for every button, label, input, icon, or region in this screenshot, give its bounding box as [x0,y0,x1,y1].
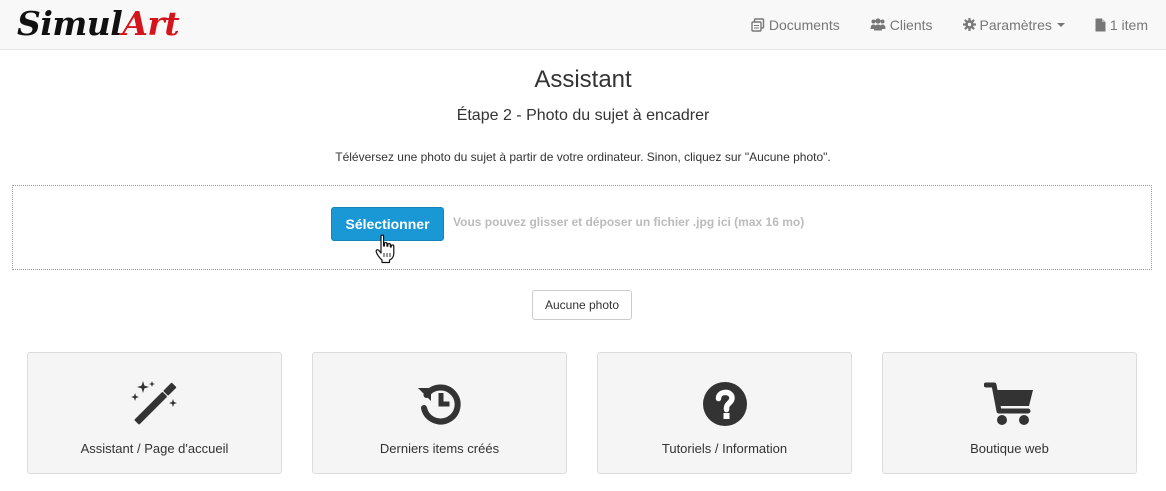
users-icon [870,18,886,31]
nav-item-documents[interactable]: Documents [751,17,840,33]
no-photo-button[interactable]: Aucune photo [532,290,632,320]
question-circle-icon [702,382,747,426]
history-icon [417,384,461,425]
upload-instructions: Téléversez une photo du sujet à partir d… [335,150,831,164]
tile-web-shop[interactable]: Boutique web [882,352,1137,474]
documents-icon [751,17,765,32]
nav-item-cart-count[interactable]: 1 item [1095,17,1148,33]
tile-web-shop-label: Boutique web [970,441,1049,456]
file-icon [1095,18,1106,31]
magic-wand-icon [130,381,177,425]
nav-item-documents-label: Documents [768,16,840,33]
nav-item-parametres[interactable]: Paramètres [962,16,1065,33]
tile-assistant-label: Assistant / Page d'accueil [80,441,229,456]
nav-item-clients-label: Clients [889,16,933,33]
tile-assistant[interactable]: Assistant / Page d'accueil [27,352,282,474]
hand-pointer-icon [375,234,395,264]
gear-icon [962,18,976,31]
tile-recent-items-label: Derniers items créés [379,441,500,456]
brand-logo-part1: Simul [17,4,123,43]
dropzone-hint: Vous pouvez glisser et déposer un fichie… [453,215,805,229]
brand-logo-part2: Art [122,4,180,43]
nav-item-clients[interactable]: Clients [870,17,933,33]
caret-down-icon [1056,22,1065,27]
brand-logo[interactable]: SimulArt [17,4,180,44]
file-dropzone[interactable]: Sélectionner Vous pouvez glisser et dépo… [12,185,1152,270]
shopping-cart-icon [983,382,1033,425]
step-subtitle: Étape 2 - Photo du sujet à encadrer [456,107,710,124]
nav-item-cart-count-label: 1 item [1109,16,1148,33]
nav-item-parametres-label: Paramètres [979,16,1052,33]
tile-tutorials-label: Tutoriels / Information [661,441,788,456]
tile-tutorials[interactable]: Tutoriels / Information [597,352,852,474]
page-title: Assistant [534,66,632,93]
top-nav: Documents Clients Paramètres 1 item [721,0,1148,49]
tile-recent-items[interactable]: Derniers items créés [312,352,567,474]
navbar: SimulArt Documents Clients Paramètres 1 … [0,0,1166,50]
